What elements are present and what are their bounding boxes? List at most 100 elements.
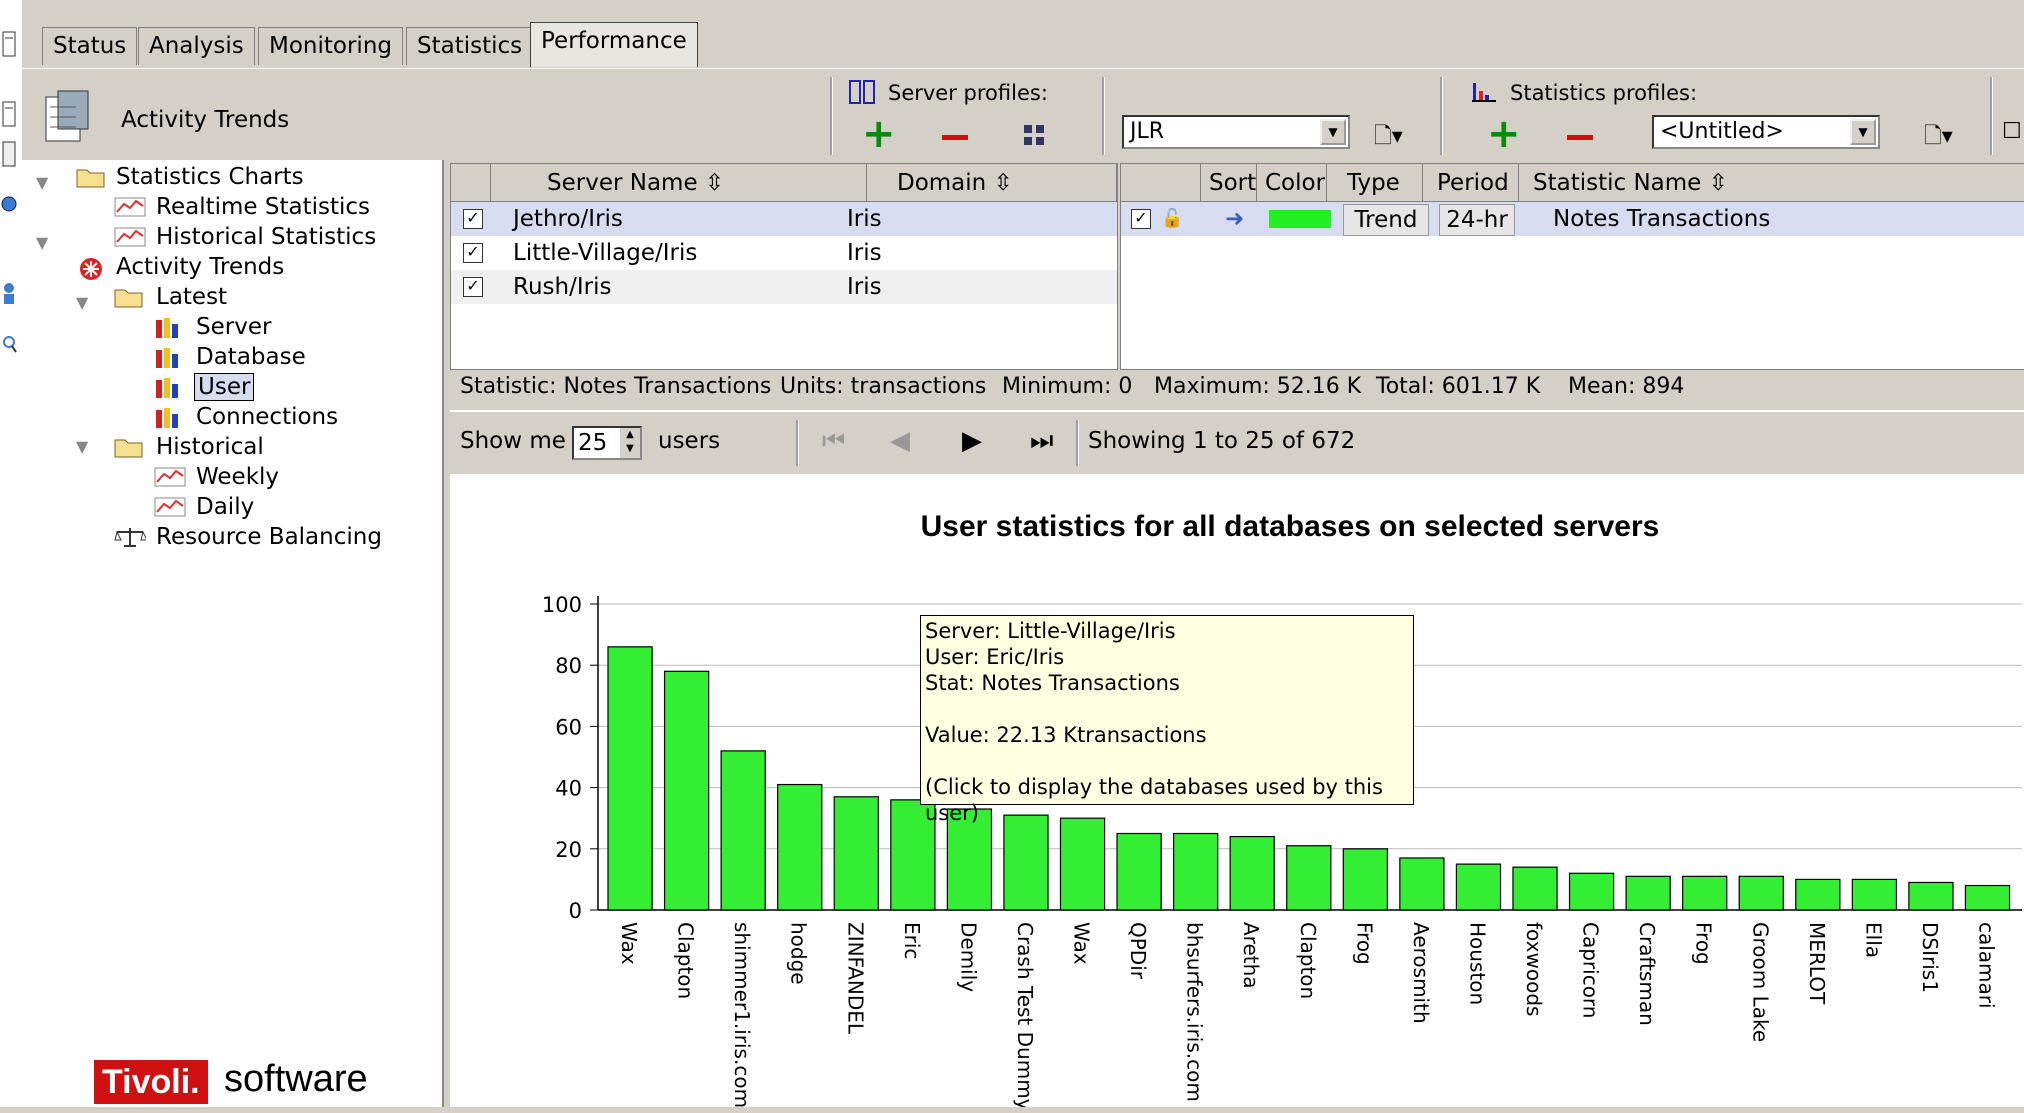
next-page-icon[interactable]: ▶ [962, 426, 982, 456]
divider [1102, 77, 1105, 155]
tree-item-historical[interactable]: Historical [156, 430, 264, 464]
y-tick-label: 80 [555, 654, 582, 678]
tivoli-logo: Tivoli. [94, 1060, 208, 1104]
row-checkbox[interactable]: ✓ [1131, 209, 1151, 229]
tooltip-stat: Stat: Notes Transactions [925, 671, 1180, 695]
x-tick-label: Frog [1692, 922, 1716, 965]
add-server-profile-button[interactable]: + [862, 114, 896, 154]
tree-item-user[interactable]: User [194, 370, 255, 404]
domain-cell: Iris [847, 206, 882, 232]
section-title: Activity Trends [121, 107, 290, 133]
document-icon[interactable] [1, 100, 17, 128]
scroll-icon[interactable] [1, 140, 17, 168]
x-tick-label: Aerosmith [1409, 922, 1433, 1024]
period-cell[interactable]: 24-hr [1439, 204, 1515, 236]
column-header-server-name[interactable]: Server Name ⇳ [491, 164, 867, 202]
new-document-icon[interactable]: 🗋▾ [1374, 119, 1403, 157]
expand-icon[interactable]: ▼ [76, 437, 88, 456]
table-row[interactable]: ✓ Little-Village/Iris Iris [451, 236, 1117, 270]
tree-item-daily[interactable]: Daily [196, 490, 254, 524]
add-statistics-profile-button[interactable]: + [1487, 114, 1521, 154]
first-page-icon[interactable]: ⏮ [822, 426, 845, 457]
tab-status[interactable]: Status [42, 27, 138, 65]
y-tick-label: 60 [555, 715, 582, 739]
bar [1738, 875, 1784, 911]
user-count-spinner[interactable]: 25 ▲ ▼ [572, 426, 642, 460]
table-row[interactable]: ✓ Jethro/Iris Iris [451, 202, 1117, 236]
previous-page-icon[interactable]: ◀ [890, 426, 910, 456]
bar-chart-icon [154, 376, 182, 398]
x-tick-label: hodge [787, 922, 811, 985]
type-cell[interactable]: Trend [1343, 204, 1429, 236]
tivoli-software-label: software [224, 1058, 368, 1100]
column-header-period[interactable]: Period [1423, 164, 1519, 202]
tree-item-activity-trends[interactable]: Activity Trends [116, 250, 284, 284]
tree-item-latest[interactable]: Latest [156, 280, 227, 314]
x-tick-label: Wax [617, 922, 641, 965]
arrow-right-icon[interactable]: ➜ [1225, 202, 1244, 236]
remove-statistics-profile-button[interactable] [1567, 135, 1593, 140]
statistics-profile-select[interactable]: <Untitled> ▼ [1652, 115, 1880, 149]
column-header-color[interactable]: Color [1257, 164, 1327, 202]
server-name-cell: Jethro/Iris [513, 206, 623, 232]
column-header-sort[interactable]: Sort [1201, 164, 1257, 202]
row-checkbox[interactable]: ✓ [463, 277, 483, 297]
expand-icon[interactable]: ▼ [36, 233, 48, 252]
document-icon[interactable] [1, 30, 17, 58]
y-tick-label: 40 [555, 777, 582, 801]
tree-item-realtime-statistics[interactable]: Realtime Statistics [156, 190, 370, 224]
x-tick-label: Capricorn [1579, 922, 1603, 1018]
tab-statistics[interactable]: Statistics [406, 27, 534, 65]
tree-item-database[interactable]: Database [196, 340, 306, 374]
statistic-info-bar: Statistic: Notes Transactions Units: tra… [450, 370, 2024, 406]
column-header-check[interactable] [451, 164, 491, 202]
spinner-arrows-icon[interactable]: ▲ ▼ [620, 428, 640, 458]
table-row[interactable]: ✓ 🔓 ➜ Trend 24-hr Notes Transactions [1121, 202, 2024, 236]
table-row[interactable]: ✓ Rush/Iris Iris [451, 270, 1117, 304]
activity-icon [78, 256, 104, 280]
tree-item-server[interactable]: Server [196, 310, 271, 344]
grid-icon[interactable] [1022, 123, 1048, 149]
tree-item-weekly[interactable]: Weekly [196, 460, 279, 494]
bar [1003, 814, 1049, 911]
column-header-type[interactable]: Type [1327, 164, 1423, 202]
x-tick-label: Houston [1465, 922, 1489, 1005]
server-grid: Server Name ⇳ Domain ⇳ ✓ Jethro/Iris Iri… [450, 163, 1118, 370]
lock-icon[interactable]: 🔓 [1161, 202, 1183, 236]
tree-item-resource-balancing[interactable]: Resource Balancing [156, 520, 382, 554]
people-icon[interactable] [1, 280, 17, 308]
server-profile-select[interactable]: JLR ▼ [1122, 115, 1350, 149]
column-header-domain[interactable]: Domain ⇳ [867, 164, 1117, 202]
bar [1342, 848, 1388, 911]
divider [830, 77, 833, 155]
window-icon[interactable]: ☐ [2002, 119, 2022, 144]
globe-icon[interactable] [1, 190, 17, 218]
row-checkbox[interactable]: ✓ [463, 209, 483, 229]
statistic-name-cell: Notes Transactions [1553, 206, 1771, 232]
tab-monitoring[interactable]: Monitoring [258, 27, 403, 65]
bar-chart-icon [154, 316, 182, 338]
remove-server-profile-button[interactable] [942, 135, 968, 140]
tree-item-historical-statistics[interactable]: Historical Statistics [156, 220, 376, 254]
tree-item-statistics-charts[interactable]: Statistics Charts [116, 160, 304, 194]
search-icon[interactable] [1, 330, 17, 358]
column-header-check[interactable] [1121, 164, 1201, 202]
bar [1172, 832, 1219, 911]
last-page-icon[interactable]: ⏭ [1030, 426, 1053, 457]
server-profiles-label: Server profiles: [888, 81, 1048, 105]
tree-item-connections[interactable]: Connections [196, 400, 338, 434]
bar [1682, 875, 1728, 911]
new-document-icon[interactable]: 🗋▾ [1924, 119, 1953, 157]
header-toolbar: Activity Trends Server profiles: + JLR ▼ … [22, 68, 2024, 161]
x-tick-label: Eric [900, 922, 924, 959]
bar [1795, 878, 1841, 911]
expand-icon[interactable]: ▼ [36, 173, 48, 192]
tab-analysis[interactable]: Analysis [138, 27, 255, 65]
tab-performance[interactable]: Performance [530, 22, 698, 67]
color-swatch[interactable] [1269, 210, 1331, 228]
row-checkbox[interactable]: ✓ [463, 243, 483, 263]
x-tick-label: calamari [1974, 922, 1998, 1009]
x-tick-label: QPDir [1126, 922, 1150, 980]
column-header-statistic-name[interactable]: Statistic Name ⇳ [1519, 164, 2024, 202]
expand-icon[interactable]: ▼ [76, 293, 88, 312]
